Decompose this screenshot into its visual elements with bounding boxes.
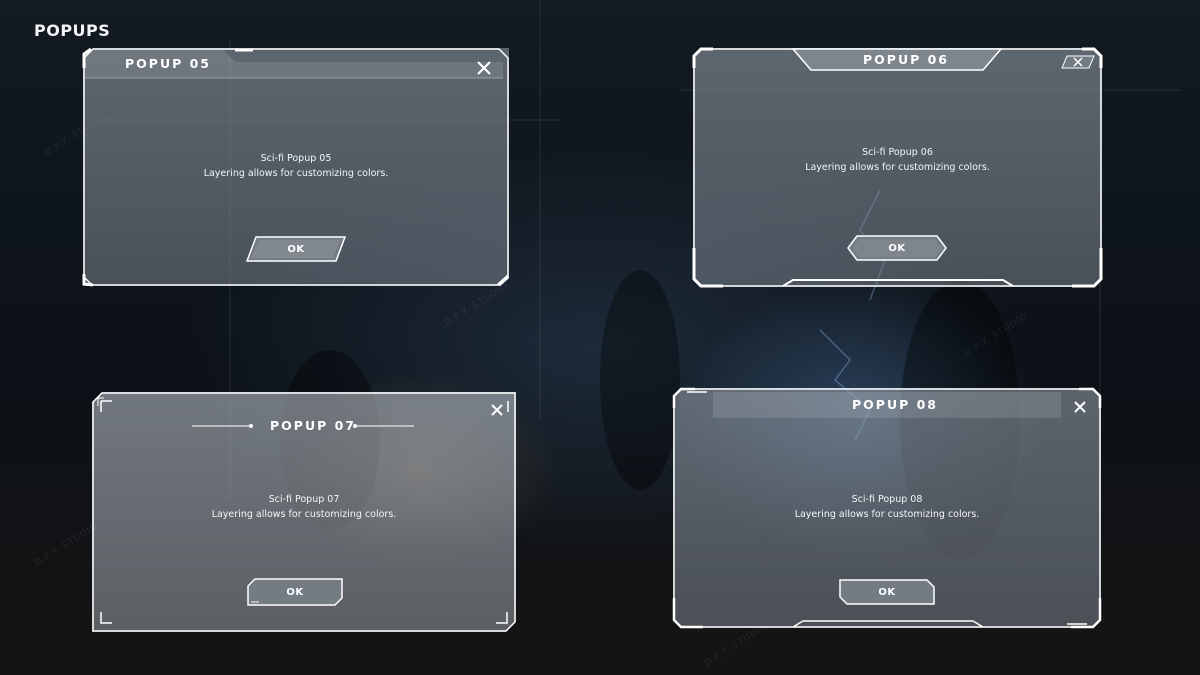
popup-05: POPUP 05 Sci-fi Popup 05 Layering allows…	[82, 47, 510, 287]
popup-message-line1: Sci-fi Popup 05	[260, 153, 332, 164]
watermark-text: D.F.Y. STUDIO	[32, 521, 101, 569]
popup-title: POPUP 06	[863, 52, 950, 67]
popup-message-line2: Layering allows for customizing colors.	[203, 168, 389, 179]
popup-message: Sci-fi Popup 06 Layering allows for cust…	[693, 145, 1102, 175]
popup-message-line1: Sci-fi Popup 06	[862, 147, 933, 158]
ok-button-label: OK	[286, 586, 304, 598]
popup-08: POPUP 08 Sci-fi Popup 08 Layering allows…	[672, 387, 1102, 629]
popup-title: POPUP 07	[270, 418, 357, 433]
popup-message-line2: Layering allows for customizing colors.	[211, 509, 397, 520]
popup-title: POPUP 08	[852, 397, 939, 412]
ok-button[interactable]: OK	[847, 235, 947, 261]
watermark-text: D.F.Y. STUDIO	[442, 281, 511, 329]
ok-button[interactable]: OK	[839, 579, 935, 605]
popup-message: Sci-fi Popup 07 Layering allows for cust…	[92, 492, 516, 522]
ok-button-label: OK	[888, 242, 906, 254]
close-icon[interactable]	[476, 60, 492, 76]
popup-message: Sci-fi Popup 05 Layering allows for cust…	[83, 151, 509, 181]
ok-button[interactable]: OK	[246, 236, 346, 262]
ok-button[interactable]: OK	[247, 578, 343, 606]
page-title: POPUPS	[34, 21, 111, 40]
popup-06: POPUP 06 Sci-fi Popup 06 Layering allows…	[692, 47, 1103, 288]
close-button[interactable]	[1061, 54, 1095, 69]
popup-message-line1: Sci-fi Popup 08	[851, 494, 923, 505]
ok-button-label: OK	[287, 243, 305, 255]
popup-title: POPUP 05	[125, 56, 212, 71]
close-icon[interactable]	[489, 402, 505, 418]
watermark-text: D.F.Y. STUDIO	[702, 621, 771, 669]
popup-message-line2: Layering allows for customizing colors.	[794, 509, 980, 520]
watermark-text: D.F.Y. STUDIO	[962, 311, 1031, 359]
popup-message-line2: Layering allows for customizing colors.	[805, 162, 990, 173]
popup-07: POPUP 07 Sci-fi Popup 07 Layering allows…	[92, 392, 516, 632]
close-icon[interactable]	[1072, 399, 1088, 415]
popup-message: Sci-fi Popup 08 Layering allows for cust…	[673, 492, 1101, 522]
ok-button-label: OK	[878, 586, 896, 598]
popup-message-line1: Sci-fi Popup 07	[268, 494, 340, 505]
